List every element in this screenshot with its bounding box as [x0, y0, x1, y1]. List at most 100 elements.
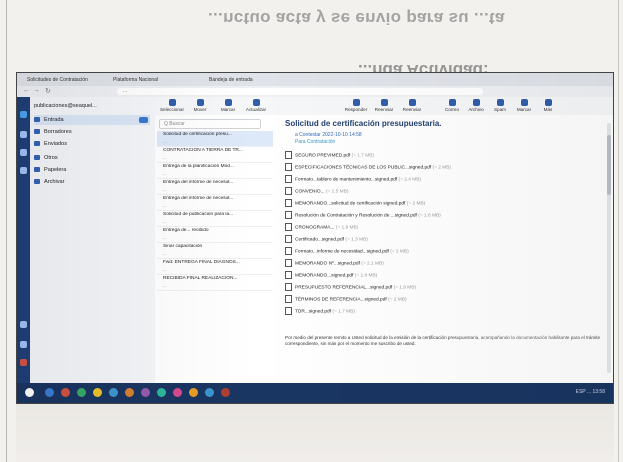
attachment[interactable]: Resolución de Contratación y Resolución … [285, 211, 605, 219]
pencil-icon [34, 129, 40, 135]
attachment[interactable]: Formato...tablero de mantenimiento...sig… [285, 175, 605, 183]
address-bar: ← → ↻ ... [17, 86, 613, 97]
pdf-icon [285, 187, 292, 195]
list-item[interactable]: Fwd: ENTREGA FINAL DIAGNOS...... [157, 259, 273, 275]
flag-button[interactable]: Marcar [511, 99, 537, 112]
spam-button[interactable]: Spam [487, 99, 513, 112]
folder-label: Borradores [44, 129, 72, 135]
help-icon[interactable] [20, 341, 27, 348]
browser-tab[interactable]: Solicitudes de Contratación [27, 76, 97, 85]
more-button[interactable]: Más [535, 99, 561, 112]
pdf-icon [285, 295, 292, 303]
moon-icon[interactable] [20, 321, 27, 328]
taskbar-app-icon[interactable] [173, 388, 182, 397]
attachment[interactable]: Certificado...signed.pdf (~ 1.3 MB) [285, 235, 605, 243]
message-body: Por medio del presente remito a Usted so… [285, 335, 601, 346]
settings-icon[interactable] [20, 167, 27, 174]
taskbar-app-icon[interactable] [93, 388, 102, 397]
trash-icon [34, 167, 40, 173]
attachment[interactable]: CRONOGRAMA... (~ 1.9 MB) [285, 223, 605, 231]
message-from[interactable]: a Contestar 2022-10-10 14:58 [295, 132, 495, 139]
browser-tabs: Solicitudes de Contratación Plataforma N… [17, 73, 613, 86]
calendar-icon[interactable] [20, 149, 27, 156]
browser-tab[interactable]: Bandeja de entrada [209, 76, 299, 85]
folder-drafts[interactable]: Borradores [34, 127, 150, 137]
attachment[interactable]: MEMORANDO Nº...signed.pdf (~ 2.1 MB) [285, 259, 605, 267]
pdf-icon [285, 211, 292, 219]
taskbar-app-icon[interactable] [157, 388, 166, 397]
list-item[interactable]: Entrega de... recibido... [157, 227, 273, 243]
taskbar-app-icon[interactable] [221, 388, 230, 397]
pdf-icon [285, 163, 292, 171]
folder-archive[interactable]: Archivar [34, 177, 150, 187]
pdf-icon [285, 271, 292, 279]
browser-tab[interactable]: Plataforma Nacional [113, 76, 193, 85]
reload-icon[interactable]: ↻ [45, 87, 51, 95]
archive-button[interactable]: Archivo [463, 99, 489, 112]
delete-button[interactable]: Correo [439, 99, 465, 112]
screen-photo: Solicitudes de Contratación Plataforma N… [16, 72, 614, 404]
pdf-icon [285, 151, 292, 159]
taskbar-app-icon[interactable] [45, 388, 54, 397]
list-item[interactable]: Entrega del informe de necesid...... [157, 179, 273, 195]
attachment[interactable]: PRESUPUESTO REFERENCIAL...signed.pdf (~ … [285, 283, 605, 291]
folder-sent[interactable]: Enviados [34, 139, 150, 149]
url-field[interactable]: ... [117, 88, 483, 95]
forward-button[interactable]: Reenviar [399, 99, 425, 112]
power-icon[interactable] [20, 359, 27, 366]
back-icon[interactable]: ← [23, 87, 30, 94]
paper-edge [618, 0, 619, 462]
message-list: Q Buscar Solicitud de certificación pres… [155, 115, 278, 383]
move-button[interactable]: Mover [187, 99, 213, 112]
folder-other[interactable]: Otros [34, 153, 150, 163]
list-item[interactable]: Solicitud de publicación para la...... [157, 211, 273, 227]
reply-button[interactable]: Responder [343, 99, 369, 112]
list-item[interactable]: Solicitud de certificación presu...... [157, 131, 273, 147]
pdf-icon [285, 175, 292, 183]
toolbar: Seleccionar Mover Marcar Actualizar Resp… [155, 97, 613, 116]
attachment[interactable]: TDR...signed.pdf (~ 1.7 MB) [285, 307, 605, 315]
mark-button[interactable]: Marcar [215, 99, 241, 112]
list-item[interactable]: RECIBIDA FINAL REALIZACIÓN...... [157, 275, 273, 291]
message-to[interactable]: Para Contratación [295, 139, 495, 146]
select-button[interactable]: Seleccionar [159, 99, 185, 112]
taskbar-app-icon[interactable] [125, 388, 134, 397]
archive-icon [34, 179, 40, 185]
start-icon[interactable] [25, 388, 34, 397]
refresh-button[interactable]: Actualizar [243, 99, 269, 112]
list-item[interactable]: CONTRATACIÓN A TIERRA DE TR...... [157, 147, 273, 163]
list-item[interactable]: Entrega del informe de necesid...... [157, 195, 273, 211]
system-tray[interactable]: ESP ... 13:58 [576, 389, 605, 395]
mail-icon[interactable] [20, 111, 27, 118]
attachment[interactable]: Formato...informe de necesidad...signed.… [285, 247, 605, 255]
account-name[interactable]: publicaciones@seaquel... [34, 101, 150, 111]
reply-all-button[interactable]: Reenviar [371, 99, 397, 112]
pdf-icon [285, 235, 292, 243]
taskbar-app-icon[interactable] [189, 388, 198, 397]
scrollbar-thumb[interactable] [607, 135, 611, 195]
forward-icon[interactable]: → [33, 87, 40, 94]
attachment[interactable]: CONVENIO... (~ 1.5 MB) [285, 187, 605, 195]
attachment[interactable]: MEMORANDO...signed.pdf (~ 1.8 MB) [285, 271, 605, 279]
folder-trash[interactable]: Papelera [34, 165, 150, 175]
folder-label: Enviados [44, 141, 68, 147]
contacts-icon[interactable] [20, 131, 27, 138]
taskbar: ESP ... 13:58 [17, 383, 613, 403]
search-input[interactable]: Q Buscar [159, 119, 261, 129]
taskbar-app-icon[interactable] [205, 388, 214, 397]
list-item[interactable]: Sinar capacitación... [157, 243, 273, 259]
folder-inbox[interactable]: Entrada [34, 115, 150, 125]
taskbar-app-icon[interactable] [61, 388, 70, 397]
pdf-icon [285, 199, 292, 207]
taskbar-app-icon[interactable] [109, 388, 118, 397]
pdf-icon [285, 247, 292, 255]
taskbar-app-icon[interactable] [141, 388, 150, 397]
list-item[interactable]: Entrega de la planificación Mod...... [157, 163, 273, 179]
attachment[interactable]: ESPECIFICACIONES TÉCNICAS DE LOS PUBLIC.… [285, 163, 605, 171]
attachment[interactable]: SEGURO PREVIMED.pdf (~ 1.7 MB) [285, 151, 605, 159]
message-subject: Solicitud de certificación presupuestari… [285, 119, 442, 128]
attachment[interactable]: TÉRMINOS DE REFERENCIA...signed.pdf (~ 2… [285, 295, 605, 303]
taskbar-app-icon[interactable] [77, 388, 86, 397]
attachment[interactable]: MEMORANDO...solicitud de certificación s… [285, 199, 605, 207]
pdf-icon [285, 259, 292, 267]
